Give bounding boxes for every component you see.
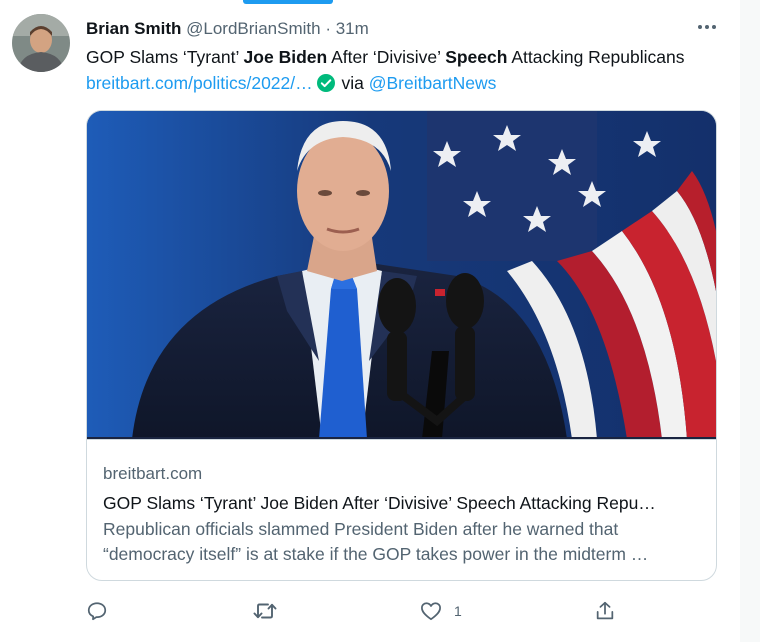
card-domain: breitbart.com [103, 464, 203, 483]
reply-icon [86, 600, 108, 622]
share-icon [594, 600, 616, 622]
page-gutter [740, 0, 760, 642]
active-tab-indicator [243, 0, 333, 4]
card-image[interactable] [87, 111, 716, 440]
link-card[interactable]: breitbart.com GOP Slams ‘Tyrant’ Joe Bid… [86, 110, 717, 581]
separator-dot: · [325, 19, 331, 38]
like-count: 1 [454, 603, 462, 619]
retweet-button[interactable] [253, 596, 277, 626]
tweet-actions: 1 [0, 596, 740, 626]
card-description: Republican officials slammed President B… [103, 519, 649, 564]
tweet-text-segment: GOP Slams ‘Tyrant’ [86, 47, 244, 67]
author-handle[interactable]: @LordBrianSmith [186, 19, 320, 38]
retweet-icon [253, 600, 277, 622]
tweet-text-segment: Attacking Republicans [507, 47, 685, 67]
like-button[interactable]: 1 [420, 596, 462, 626]
heart-icon [420, 601, 442, 621]
mention-link[interactable]: @BreitbartNews [369, 73, 497, 93]
tweet[interactable]: Brian Smith @LordBrianSmith · 31m GOP Sl… [0, 0, 740, 642]
share-button[interactable] [594, 596, 616, 626]
card-meta: breitbart.com GOP Slams ‘Tyrant’ Joe Bid… [103, 463, 703, 567]
tweet-header: Brian Smith @LordBrianSmith · 31m [86, 19, 369, 39]
tweet-text: GOP Slams ‘Tyrant’ Joe Biden After ‘Divi… [86, 44, 726, 99]
timestamp[interactable]: 31m [336, 19, 369, 38]
tweet-text-segment: After ‘Divisive’ [327, 47, 446, 67]
tweet-text-bold: Joe Biden [243, 47, 328, 67]
card-title[interactable]: GOP Slams ‘Tyrant’ Joe Biden After ‘Divi… [103, 491, 701, 515]
via-text: via [336, 73, 369, 93]
reply-button[interactable] [86, 596, 108, 626]
author-name[interactable]: Brian Smith [86, 19, 181, 38]
article-link[interactable]: breitbart.com/politics/2022/… [86, 73, 313, 93]
more-options-icon[interactable] [694, 14, 720, 40]
tweet-text-bold: Speech [445, 47, 508, 67]
verified-check-icon [316, 73, 335, 99]
avatar[interactable] [12, 14, 70, 72]
